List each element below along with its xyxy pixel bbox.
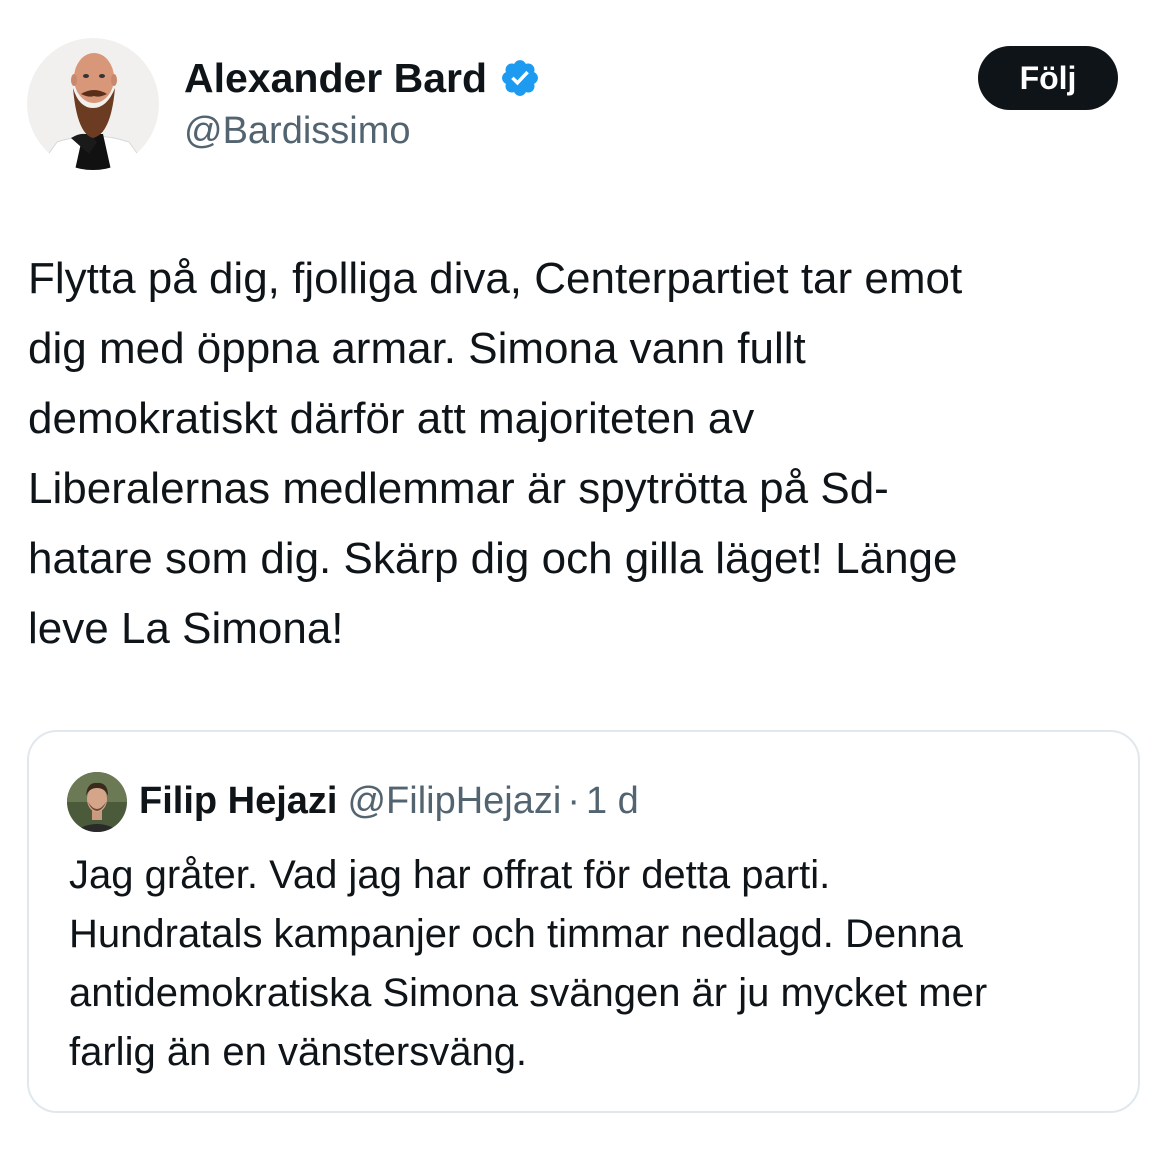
follow-button[interactable]: Följ [978, 46, 1118, 110]
quoted-tweet-time[interactable]: 1 d [586, 780, 639, 822]
quoted-author-avatar[interactable] [67, 772, 127, 832]
quoted-tweet-header: Filip Hejazi @FilipHejazi · 1 d [139, 776, 639, 826]
quoted-tweet-card[interactable]: Filip Hejazi @FilipHejazi · 1 d Jag gråter.… [27, 730, 1140, 1113]
quoted-tweet-text: Jag gråter. Vad jag har offrat för detta… [69, 846, 1129, 1082]
quoted-text-line: Jag gråter. Vad jag har offrat för detta… [69, 853, 831, 897]
tweet-text-line: Flytta på dig, fjolliga diva, Centerpart… [28, 254, 963, 303]
tweet-text-line: dig med öppna armar. Simona vann fullt [28, 324, 806, 373]
quoted-text-line: farlig än en vänstersväng. [69, 1030, 528, 1074]
tweet-text-line: hatare som dig. Skärp dig och gilla läge… [28, 534, 958, 583]
author-name-row[interactable]: Alexander Bard [184, 54, 541, 102]
header-separator: · [567, 780, 580, 822]
avatar-man-icon [67, 772, 127, 832]
author-handle[interactable]: @Bardissimo [184, 108, 411, 154]
author-avatar[interactable] [27, 38, 159, 170]
tweet-text-line: leve La Simona! [28, 604, 344, 653]
quoted-author-name[interactable]: Filip Hejazi [139, 780, 337, 822]
tweet-text: Flytta på dig, fjolliga diva, Centerpart… [28, 244, 1148, 664]
author-name[interactable]: Alexander Bard [184, 54, 487, 102]
quoted-author-handle[interactable]: @FilipHejazi [347, 780, 561, 822]
tweet-text-line: demokratiskt därför att majoriteten av [28, 394, 755, 443]
quoted-text-line: antidemokratiska Simona svängen är ju my… [69, 971, 988, 1015]
quoted-text-line: Hundratals kampanjer och timmar nedlagd.… [69, 912, 963, 956]
tweet-text-line: Liberalernas medlemmar är spytrötta på S… [28, 464, 889, 513]
verified-badge-icon[interactable] [499, 57, 541, 99]
avatar-bearded-man-icon [27, 38, 159, 170]
